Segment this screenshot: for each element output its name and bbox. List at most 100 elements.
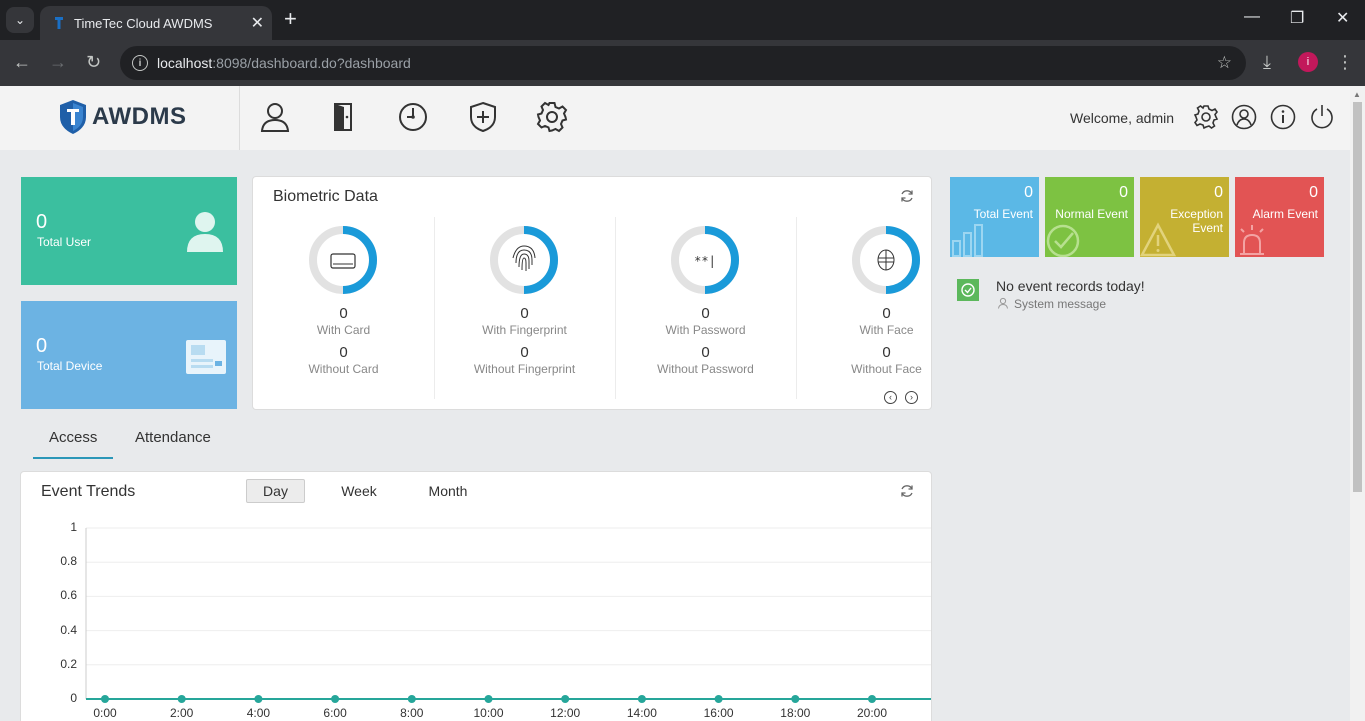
window-close-icon[interactable]: ✕: [1336, 8, 1349, 28]
bio-password-column: **| 0 With Password 0 Without Password: [615, 217, 796, 399]
device-icon: [186, 340, 226, 374]
total-user-label: Total User: [37, 235, 92, 249]
address-bar[interactable]: i localhost:8098/dashboard.do?dashboard …: [120, 46, 1246, 80]
data-point: [484, 695, 493, 703]
menu-icon[interactable]: ⋮: [1336, 52, 1354, 73]
with-face-label: With Face: [859, 323, 914, 337]
total-device-label: Total Device: [37, 359, 103, 373]
total-device-value: 0: [36, 335, 48, 357]
user-icon[interactable]: [258, 100, 292, 134]
minimize-icon[interactable]: —: [1244, 8, 1260, 26]
data-point: [177, 695, 186, 703]
tab-attendance[interactable]: Attendance: [135, 429, 211, 446]
without-fingerprint-value: 0: [520, 344, 529, 361]
total-device-card[interactable]: 0 Total Device: [21, 301, 237, 409]
normal-event-value: 0: [1119, 184, 1128, 201]
bio-card-column: 0 With Card 0 Without Card: [253, 217, 434, 399]
settings-icon[interactable]: [1193, 104, 1219, 130]
scroll-up-icon[interactable]: ▲: [1353, 90, 1361, 99]
biometric-title: Biometric Data: [273, 188, 378, 205]
total-user-card[interactable]: 0 Total User: [21, 177, 237, 285]
app-header: AWDMS Welcome, admin: [0, 86, 1350, 150]
check-circle-icon: [1046, 224, 1080, 257]
shield-plus-icon[interactable]: [466, 100, 500, 134]
tab-close-icon[interactable]: ✕: [251, 13, 264, 33]
biometric-panel: Biometric Data 0 With Card 0 Without Car…: [252, 176, 932, 410]
data-point: [407, 695, 416, 703]
data-point: [791, 695, 800, 703]
info-icon[interactable]: [1270, 104, 1296, 130]
exception-event-value: 0: [1214, 184, 1223, 201]
password-icon: **|: [694, 254, 716, 268]
back-icon[interactable]: ←: [13, 52, 31, 72]
clock-icon[interactable]: [396, 100, 430, 134]
fingerprint-ring: [490, 226, 558, 294]
without-face-value: 0: [882, 344, 891, 361]
alarm-event-value: 0: [1309, 184, 1318, 201]
header-divider: [239, 86, 240, 150]
data-point: [637, 695, 646, 703]
message-check-icon: [957, 279, 979, 301]
tab-title: TimeTec Cloud AWDMS: [74, 15, 213, 31]
without-password-label: Without Password: [657, 362, 754, 376]
with-fingerprint-label: With Fingerprint: [482, 323, 567, 337]
event-message-sub: System message: [1014, 297, 1107, 311]
without-password-value: 0: [701, 344, 710, 361]
shield-logo-icon: [60, 100, 86, 134]
data-point: [254, 695, 263, 703]
card-icon: [330, 253, 356, 269]
bar-chart-icon: [952, 224, 983, 257]
face-ring: [852, 226, 920, 294]
logo[interactable]: AWDMS: [58, 99, 187, 135]
bookmark-star-icon[interactable]: ☆: [1217, 53, 1232, 73]
new-tab-icon[interactable]: +: [284, 8, 297, 30]
page-scrollbar[interactable]: ▲: [1350, 86, 1365, 721]
card-ring: [309, 226, 377, 294]
refresh-icon[interactable]: [900, 189, 914, 203]
siren-icon: [1240, 225, 1264, 255]
alarm-event-tile[interactable]: 0 Alarm Event: [1235, 177, 1324, 257]
profile-avatar[interactable]: i: [1298, 52, 1318, 72]
account-icon[interactable]: [1231, 104, 1257, 130]
browser-tab[interactable]: TimeTec Cloud AWDMS ✕: [40, 6, 272, 40]
exception-event-tile[interactable]: 0 Exception Event: [1140, 177, 1229, 257]
user-small-icon: [998, 297, 1008, 309]
scroll-thumb[interactable]: [1353, 102, 1362, 492]
data-point: [714, 695, 723, 703]
gear-icon[interactable]: [535, 100, 569, 134]
without-face-label: Without Face: [851, 362, 922, 376]
person-icon: [187, 212, 223, 252]
forward-icon[interactable]: →: [49, 52, 67, 72]
logo-text: AWDMS: [92, 103, 187, 130]
normal-event-tile[interactable]: 0 Normal Event: [1045, 177, 1134, 257]
password-ring: **|: [671, 226, 739, 294]
total-event-label: Total Event: [973, 207, 1033, 221]
door-icon[interactable]: [326, 100, 360, 134]
reload-icon[interactable]: ↻: [86, 52, 101, 72]
with-face-value: 0: [882, 305, 891, 322]
without-card-label: Without Card: [308, 362, 379, 376]
normal-event-label: Normal Event: [1055, 207, 1128, 221]
total-event-tile[interactable]: 0 Total Event: [950, 177, 1039, 257]
download-icon[interactable]: ⤓: [1263, 52, 1271, 73]
favicon-icon: [55, 17, 63, 29]
event-trends-chart: [85, 527, 931, 703]
next-page-icon[interactable]: ›: [905, 391, 918, 404]
tab-access[interactable]: Access: [49, 429, 97, 446]
warning-icon: [1140, 222, 1177, 257]
tab-search-button[interactable]: ⌄: [6, 7, 34, 33]
alarm-event-label: Alarm Event: [1252, 207, 1318, 221]
restore-icon[interactable]: ❐: [1290, 8, 1304, 28]
with-card-value: 0: [339, 305, 348, 322]
face-icon: [877, 249, 895, 271]
browser-tabbar: ⌄ TimeTec Cloud AWDMS ✕ + — ❐ ✕: [0, 0, 1365, 40]
power-icon[interactable]: [1309, 104, 1335, 130]
bio-fingerprint-column: 0 With Fingerprint 0 Without Fingerprint: [434, 217, 615, 399]
total-event-value: 0: [1024, 184, 1033, 201]
with-password-value: 0: [701, 305, 710, 322]
prev-page-icon[interactable]: ‹: [884, 391, 897, 404]
site-info-icon[interactable]: i: [132, 55, 148, 71]
with-card-label: With Card: [316, 323, 371, 337]
without-card-value: 0: [339, 344, 348, 361]
event-message-title: No event records today!: [996, 278, 1145, 294]
